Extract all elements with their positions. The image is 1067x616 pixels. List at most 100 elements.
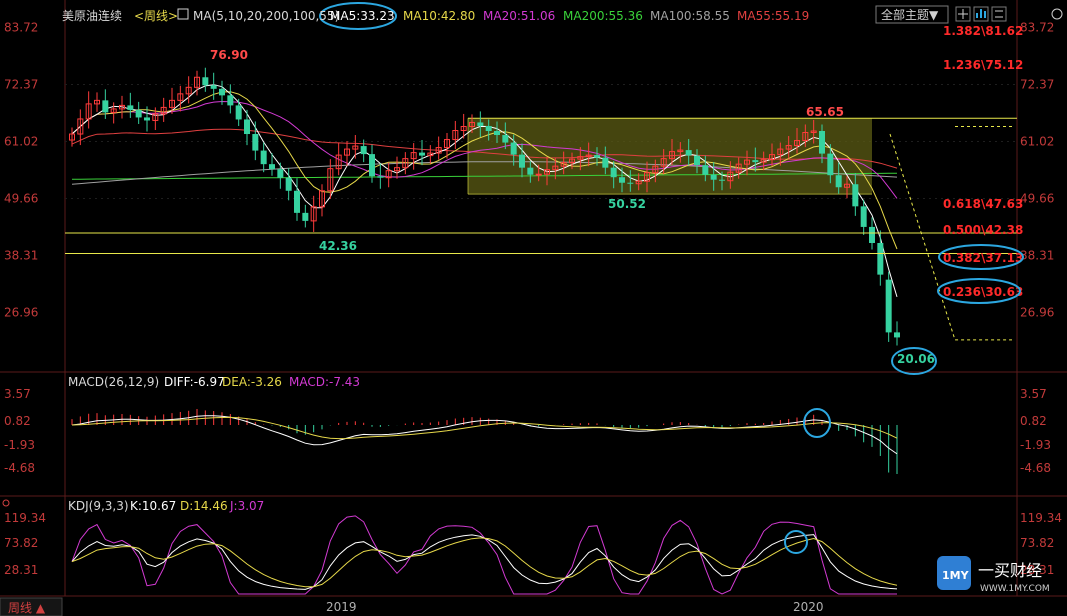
settings-gear-icon[interactable] (1051, 8, 1063, 20)
candle (85, 91, 92, 129)
candle (410, 143, 417, 170)
fib-level-label: 0.236\30.63 (943, 285, 1023, 299)
kdj-y-tick: 73.82 (4, 536, 38, 550)
candle-body (594, 155, 600, 158)
chart-type-icon[interactable] (973, 6, 989, 22)
macd-y-tick: 0.82 (4, 414, 31, 428)
candle (385, 162, 392, 188)
kdj-d-value: D:14.46 (180, 499, 228, 513)
candle-body (510, 142, 517, 155)
ma-value: MA100:58.55 (650, 9, 730, 23)
candle-body (519, 154, 525, 168)
peak-annotation: 65.65 (806, 105, 844, 119)
ma-value: MA55:55.19 (737, 9, 809, 23)
axis-labels: 83.72 83.72 72.37 72.37 61.02 61.02 49.66 49.66… (4, 20, 1062, 577)
candle (252, 121, 259, 161)
box-low-annotation: 50.52 (608, 197, 646, 211)
macd-y-tick: 0.82 (1020, 414, 1047, 428)
macd-panel (71, 408, 898, 474)
candle (135, 101, 142, 124)
fib-level-label: 0.382\37.13 (943, 251, 1023, 265)
fibonacci-labels: 1.382\81.62 1.236\75.12 0.618\47.63 0.500\4… (943, 24, 1023, 299)
candle (352, 135, 359, 159)
candle-body (752, 160, 759, 163)
candle-body (602, 157, 609, 168)
candle-body (369, 154, 375, 177)
candle (102, 89, 109, 119)
kdj-y-tick: 119.34 (1020, 511, 1062, 525)
candle-body (702, 165, 709, 175)
low-annotation-2019: 42.36 (319, 239, 357, 253)
macd-dea-value: DEA:-3.26 (222, 375, 282, 389)
high-annotation: 76.90 (210, 48, 248, 62)
ma-value: MA20:51.06 (483, 9, 555, 23)
candle-body (360, 146, 367, 155)
x-label-2019: 2019 (326, 600, 357, 614)
fib-level-label: 1.382\81.62 (943, 24, 1023, 38)
y-tick-right: 83.72 (1020, 20, 1054, 34)
y-tick-left: 61.02 (4, 134, 38, 148)
macd-title: MACD(26,12,9) (68, 375, 159, 389)
consolidation-box (467, 117, 1017, 195)
candle (310, 195, 317, 232)
x-label-2020: 2020 (793, 600, 824, 614)
period-button-label: 周线 ▲ (8, 601, 46, 615)
low-annotation-2020: 20.06 (897, 352, 935, 366)
candle-body (285, 177, 292, 191)
candle-body (710, 174, 717, 180)
instrument-title: 美原油连续 (62, 8, 122, 23)
candle-body (227, 95, 234, 106)
grid-icon[interactable] (955, 6, 971, 22)
kdj-j-line (71, 515, 897, 595)
candle-body (252, 134, 259, 151)
kdj-y-tick: 119.34 (4, 511, 46, 525)
candle (160, 97, 167, 122)
candle (302, 204, 309, 228)
candle-body (202, 77, 209, 86)
y-tick-left: 38.31 (4, 249, 38, 263)
ma-value: MA200:55.36 (563, 9, 643, 23)
panel-switch-icon[interactable] (991, 6, 1007, 22)
candle (452, 120, 459, 150)
candle-body (494, 131, 500, 136)
candle-body (127, 105, 134, 110)
candle (277, 162, 284, 189)
candle (227, 84, 234, 114)
candle (360, 139, 367, 163)
y-tick-right: 61.02 (1020, 134, 1054, 148)
candle-body (819, 131, 825, 154)
candle-body (269, 164, 275, 170)
ma-settings-icon[interactable] (177, 8, 189, 20)
candle-body (685, 150, 692, 156)
candle-body (485, 125, 492, 132)
kdj-d-line (71, 537, 898, 588)
fib-level-label: 0.618\47.63 (943, 197, 1023, 211)
kdj-y-tick: 73.82 (1020, 536, 1054, 550)
candle-body (869, 226, 875, 243)
ma-label: MA(5,10,20,200,100,55) (193, 9, 339, 23)
candle-body (535, 173, 542, 176)
candle-body (860, 206, 867, 227)
candle-body (419, 152, 425, 156)
brand-watermark: 1MY 一买财经 WWW.1MY.COM (937, 556, 1050, 594)
candle (244, 109, 250, 146)
brand-url: WWW.1MY.COM (980, 584, 1050, 594)
candle (94, 92, 100, 112)
candle-body (835, 175, 842, 188)
candle-body (527, 167, 534, 175)
candle-body (619, 177, 625, 183)
kdj-cross-highlight-ring (784, 530, 808, 554)
macd-y-tick: -1.93 (4, 438, 35, 452)
candle (435, 136, 442, 160)
macd-diff-value: DIFF:-6.97 (164, 375, 225, 389)
candle (260, 142, 267, 173)
y-tick-left: 26.96 (4, 306, 38, 320)
y-tick-left: 83.72 (4, 20, 38, 34)
y-tick-right: 26.96 (1020, 306, 1054, 320)
candle (127, 92, 134, 118)
kdj-settings-icon[interactable] (2, 499, 10, 507)
candlestick-series (69, 67, 900, 346)
candle-body (694, 155, 700, 166)
candle (419, 140, 425, 166)
candle (377, 163, 384, 189)
